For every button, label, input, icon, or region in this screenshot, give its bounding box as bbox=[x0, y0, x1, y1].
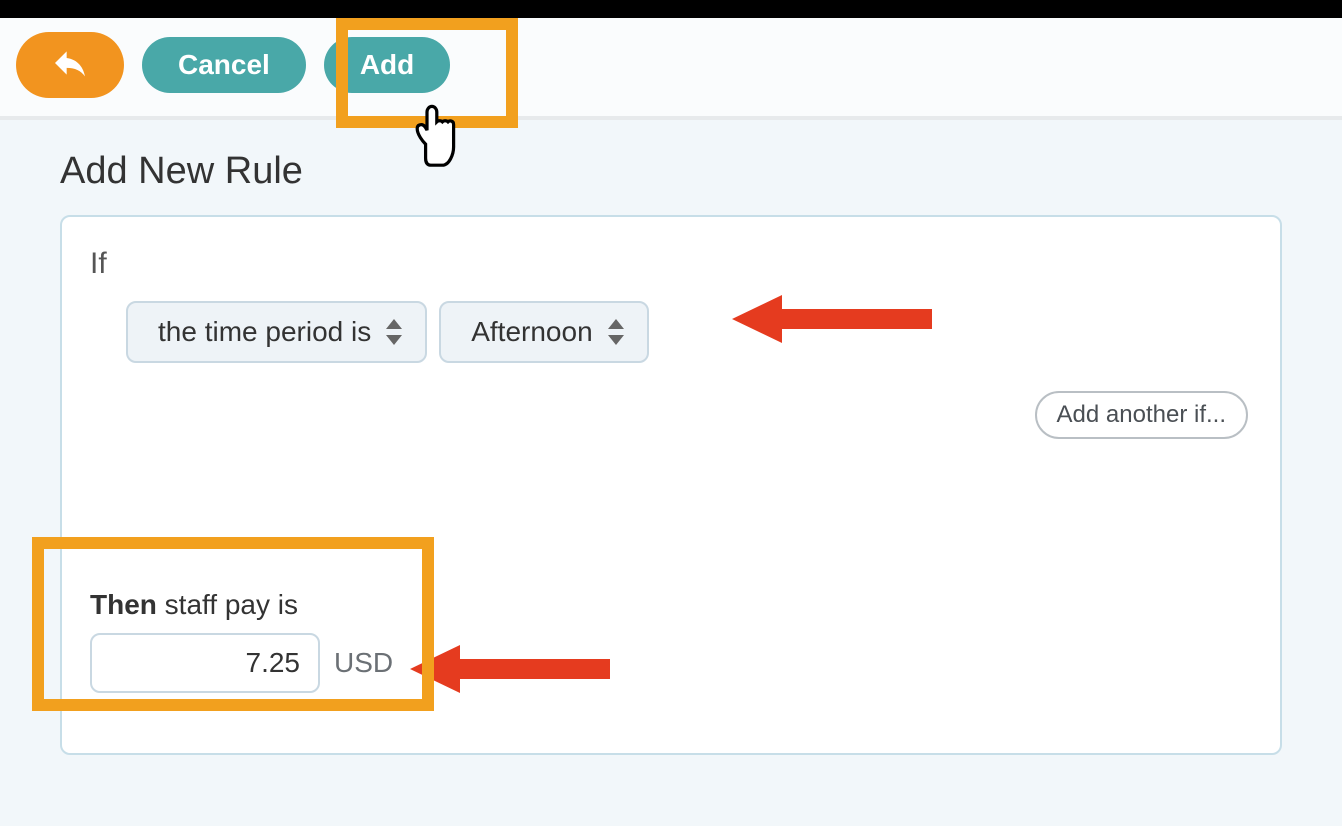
condition-value-text: Afternoon bbox=[471, 316, 592, 348]
condition-row: the time period is Afternoon bbox=[126, 301, 1252, 363]
top-border bbox=[0, 0, 1342, 18]
sort-icon bbox=[385, 319, 403, 345]
sort-icon bbox=[607, 319, 625, 345]
if-label: If bbox=[90, 247, 1252, 281]
then-line: Then staff pay is bbox=[90, 589, 1252, 621]
condition-type-select[interactable]: the time period is bbox=[126, 301, 427, 363]
condition-value-select[interactable]: Afternoon bbox=[439, 301, 648, 363]
currency-label: USD bbox=[334, 647, 393, 679]
pay-amount-input[interactable] bbox=[90, 633, 320, 693]
add-another-if-button[interactable]: Add another if... bbox=[1035, 391, 1248, 439]
then-suffix: staff pay is bbox=[157, 589, 298, 620]
reply-arrow-icon bbox=[50, 43, 90, 88]
pay-row: USD bbox=[90, 633, 1252, 693]
then-block: Then staff pay is USD bbox=[90, 589, 1252, 693]
toolbar: Cancel Add bbox=[0, 18, 1342, 120]
add-button[interactable]: Add bbox=[324, 37, 450, 93]
rule-card: If the time period is Afternoon Add anot… bbox=[60, 215, 1282, 755]
condition-type-text: the time period is bbox=[158, 316, 371, 348]
cancel-button[interactable]: Cancel bbox=[142, 37, 306, 93]
page-title: Add New Rule bbox=[60, 150, 1282, 193]
content-area: Add New Rule If the time period is After… bbox=[0, 120, 1342, 785]
then-prefix: Then bbox=[90, 589, 157, 620]
back-button[interactable] bbox=[16, 32, 124, 98]
